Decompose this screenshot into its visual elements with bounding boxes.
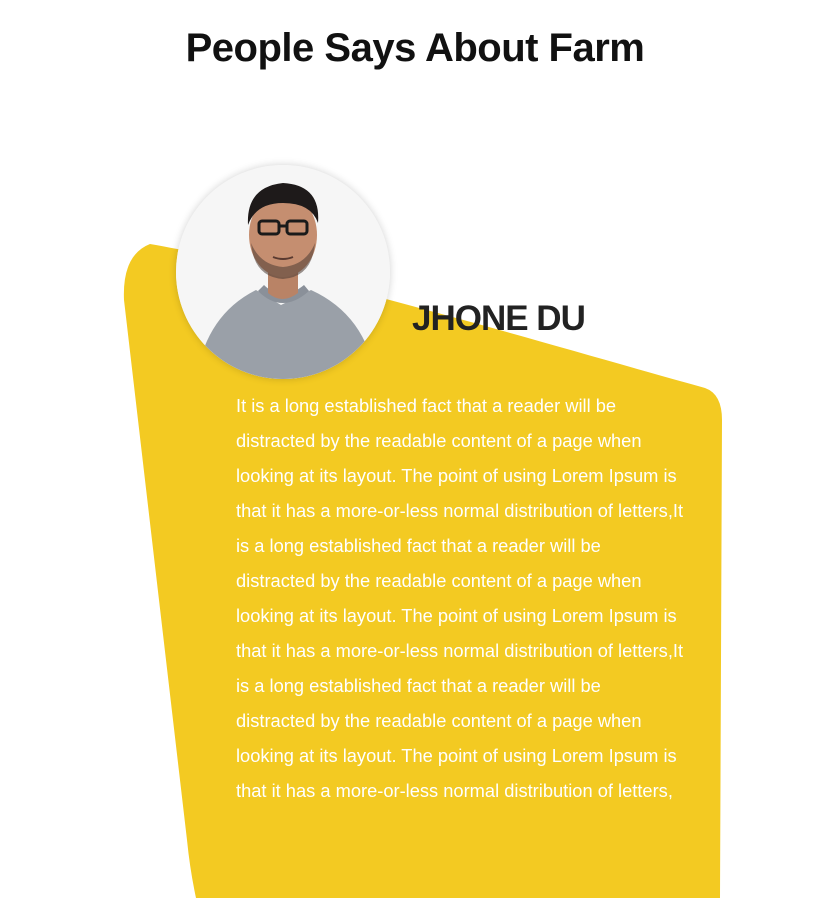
avatar [176, 165, 390, 379]
person-photo-icon [176, 165, 390, 379]
testimonial-quote: It is a long established fact that a rea… [236, 395, 684, 801]
testimonial-card: JHONE DU It is a long established fact t… [0, 0, 830, 898]
testimonial-author-name: JHONE DU [412, 299, 586, 338]
